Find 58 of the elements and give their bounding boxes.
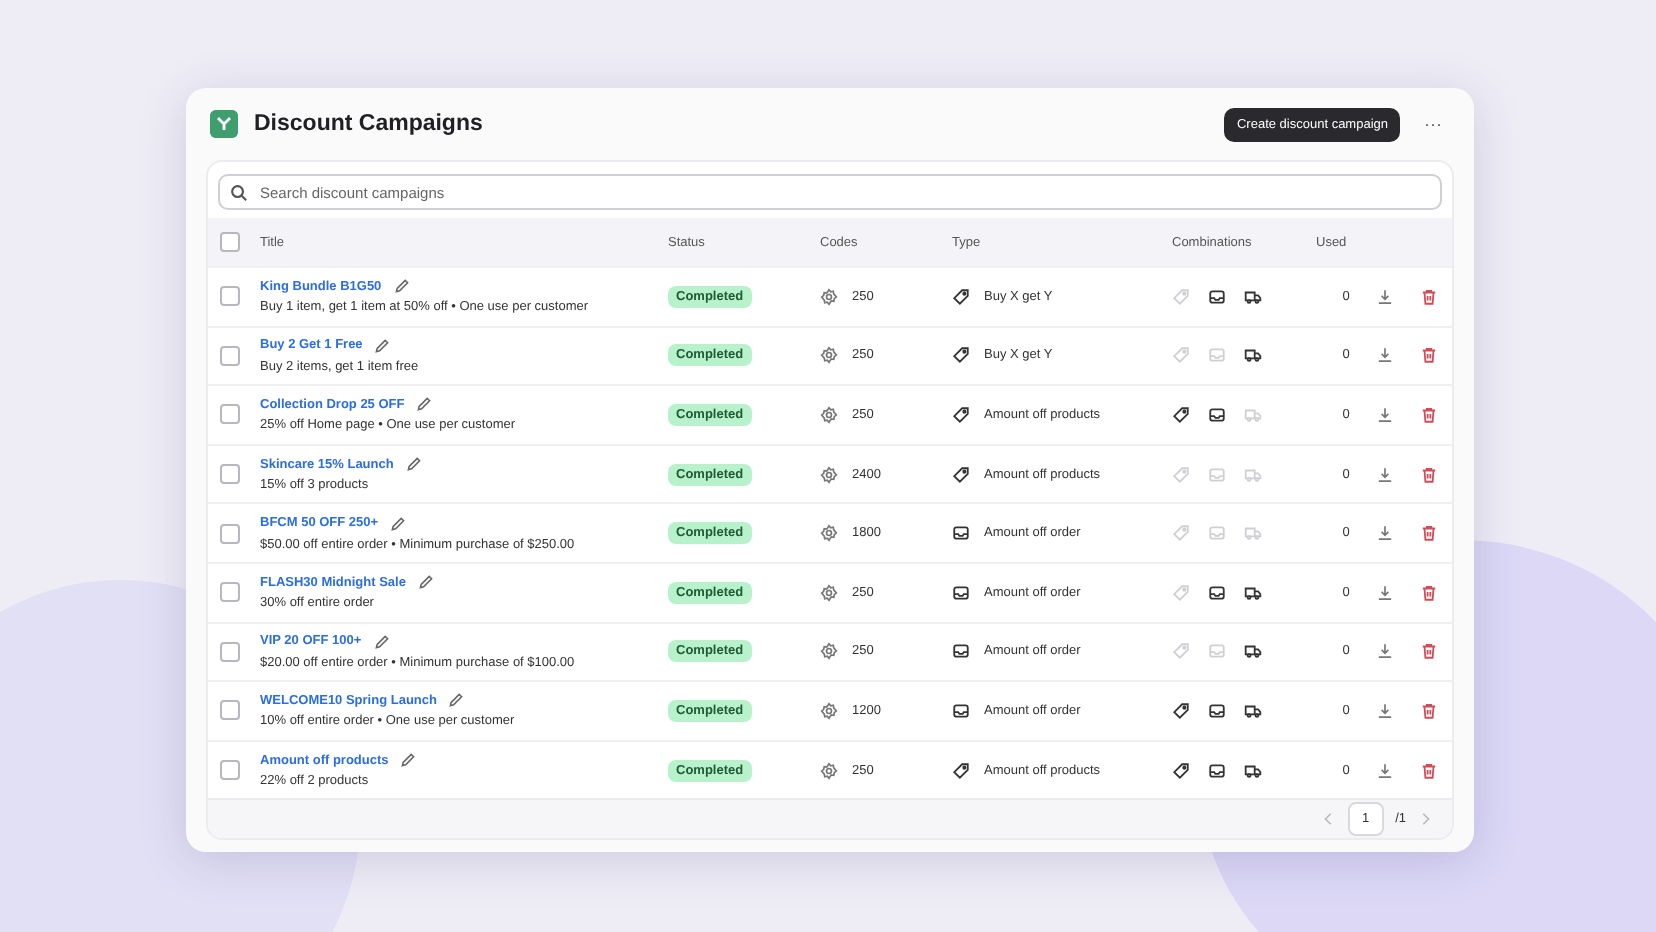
tag-icon — [952, 346, 970, 365]
tag-icon — [952, 405, 970, 424]
gear-icon — [820, 701, 838, 720]
download-icon[interactable] — [1376, 761, 1394, 780]
gear-icon — [820, 524, 838, 543]
tag-icon — [952, 761, 970, 780]
row-checkbox[interactable] — [220, 345, 240, 366]
tray-icon — [952, 583, 970, 602]
trash-icon[interactable] — [1420, 761, 1438, 780]
trash-icon[interactable] — [1420, 642, 1438, 661]
row-checkbox[interactable] — [220, 760, 240, 781]
pencil-icon[interactable] — [448, 692, 465, 709]
tray-icon — [952, 701, 970, 720]
tray-icon — [952, 524, 970, 543]
row-checkbox[interactable] — [220, 582, 240, 603]
row-checkbox[interactable] — [220, 286, 240, 307]
tag-icon — [952, 465, 970, 484]
app-logo-icon — [210, 110, 238, 138]
gear-icon — [820, 761, 838, 780]
trash-icon[interactable] — [1420, 346, 1438, 365]
pencil-icon[interactable] — [390, 515, 407, 532]
download-icon[interactable] — [1376, 405, 1394, 424]
download-icon[interactable] — [1376, 465, 1394, 484]
download-icon[interactable] — [1376, 701, 1394, 720]
trash-icon[interactable] — [1420, 465, 1438, 484]
download-icon[interactable] — [1376, 583, 1394, 602]
gear-icon — [820, 583, 838, 602]
gear-icon — [820, 287, 838, 306]
row-checkbox[interactable] — [220, 641, 240, 662]
pencil-icon[interactable] — [405, 456, 422, 473]
row-checkbox[interactable] — [220, 700, 240, 721]
row-checkbox[interactable] — [220, 464, 240, 485]
download-icon[interactable] — [1376, 346, 1394, 365]
trash-icon[interactable] — [1420, 583, 1438, 602]
gear-icon — [820, 405, 838, 424]
row-checkbox[interactable] — [220, 404, 240, 425]
trash-icon[interactable] — [1420, 287, 1438, 306]
select-all-checkbox[interactable] — [220, 232, 240, 252]
gear-icon — [820, 465, 838, 484]
pencil-icon[interactable] — [417, 574, 434, 591]
download-icon[interactable] — [1376, 524, 1394, 543]
pencil-icon[interactable] — [416, 396, 433, 413]
download-icon[interactable] — [1376, 287, 1394, 306]
trash-icon[interactable] — [1420, 405, 1438, 424]
pencil-icon[interactable] — [400, 752, 417, 769]
pencil-icon[interactable] — [393, 278, 410, 295]
trash-icon[interactable] — [1420, 524, 1438, 543]
download-icon[interactable] — [1376, 642, 1394, 661]
more-button[interactable]: ··· — [1416, 114, 1450, 134]
row-checkbox[interactable] — [220, 523, 240, 544]
pencil-icon[interactable] — [374, 337, 391, 354]
pencil-icon[interactable] — [373, 633, 390, 650]
gear-icon — [820, 346, 838, 365]
gear-icon — [820, 642, 838, 661]
dialog-title: Discount Campaigns — [254, 112, 485, 136]
trash-icon[interactable] — [1420, 701, 1438, 720]
tray-icon — [952, 642, 970, 661]
tag-icon — [952, 287, 970, 306]
